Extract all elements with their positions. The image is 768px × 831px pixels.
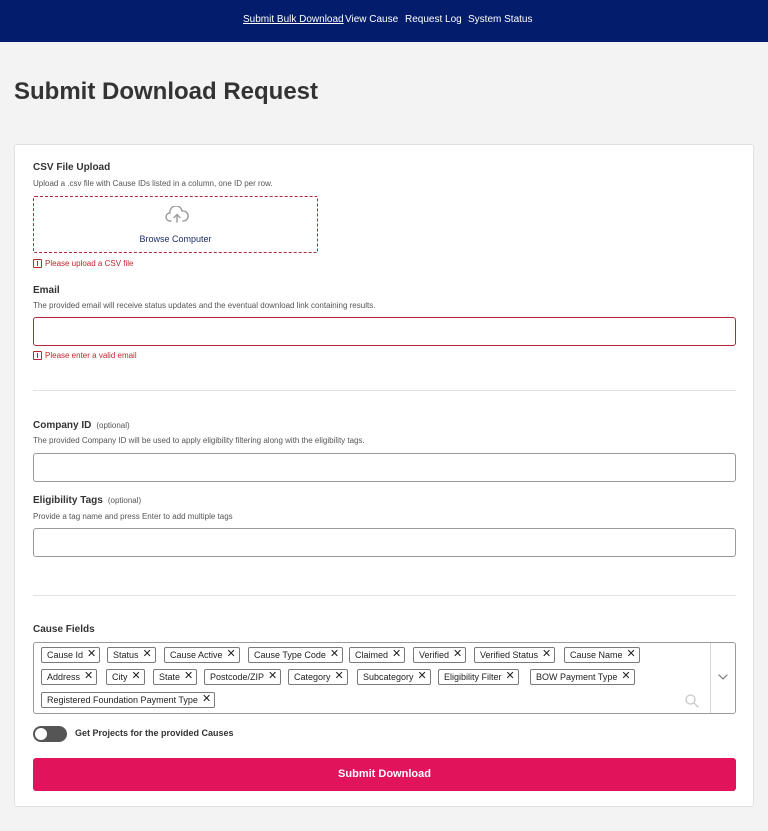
chip-label: Status [113, 650, 139, 660]
company-id-help: The provided Company ID will be used to … [33, 436, 365, 445]
error-icon [33, 259, 42, 268]
chip-cause-id: Cause Id ✕ [41, 647, 101, 663]
chip-claimed: Claimed ✕ [349, 647, 406, 663]
cause-fields-label: Cause Fields [33, 624, 95, 635]
submit-download-button[interactable]: Submit Download [33, 758, 736, 791]
eligibility-tags-label-text: Eligibility Tags [33, 495, 103, 506]
csv-upload-help: Upload a .csv file with Cause IDs listed… [33, 179, 273, 188]
eligibility-tags-input[interactable] [33, 528, 736, 557]
chip-label: Cause Id [47, 650, 84, 660]
chip-label: Category [294, 672, 331, 682]
chip-verified: Verified ✕ [413, 647, 467, 663]
chip-label: Verified [419, 650, 450, 660]
chip-remove-icon[interactable]: ✕ [84, 670, 93, 682]
browse-computer-button[interactable]: Browse Computer [34, 234, 317, 244]
csv-upload-error: Please upload a CSV file [33, 259, 134, 268]
chip-cause-type-code: Cause Type Code ✕ [248, 647, 344, 663]
chip-remove-icon[interactable]: ✕ [132, 670, 141, 682]
chip-remove-icon[interactable]: ✕ [184, 670, 193, 682]
error-icon [33, 351, 42, 360]
email-label: Email [33, 285, 60, 296]
page-title: Submit Download Request [14, 78, 319, 105]
chip-verified-status: Verified Status ✕ [474, 647, 556, 663]
email-help: The provided email will receive status u… [33, 301, 376, 310]
chip-postcode-zip: Postcode/ZIP ✕ [204, 669, 282, 685]
chip-remove-icon[interactable]: ✕ [506, 670, 515, 682]
top-nav: Submit Bulk Download View Cause Request … [0, 0, 768, 42]
company-id-label: Company ID (optional) [33, 420, 130, 431]
chip-status: Status ✕ [107, 647, 156, 663]
cloud-upload-icon [165, 206, 189, 223]
chip-remove-icon[interactable]: ✕ [202, 693, 211, 705]
chip-bow-payment-type: BOW Payment Type ✕ [530, 669, 635, 685]
chip-label: Claimed [355, 650, 389, 660]
eligibility-tags-help: Provide a tag name and press Enter to ad… [33, 512, 233, 521]
chip-label: Subcategory [363, 672, 414, 682]
chip-label: State [159, 672, 181, 682]
toggle-knob [35, 728, 47, 740]
chip-remove-icon[interactable]: ✕ [453, 648, 462, 660]
chip-label: Address [47, 672, 81, 682]
eligibility-tags-label: Eligibility Tags (optional) [33, 495, 141, 506]
chip-remove-icon[interactable]: ✕ [392, 648, 401, 660]
chip-remove-icon[interactable]: ✕ [335, 670, 344, 682]
chip-subcategory: Subcategory ✕ [357, 669, 431, 685]
chip-address: Address ✕ [41, 669, 98, 685]
cause-fields-multiselect[interactable]: Cause Id ✕ Status ✕ Cause Active ✕ Cause Ty… [33, 642, 736, 714]
get-projects-toggle-label: Get Projects for the provided Causes [75, 728, 234, 738]
chip-remove-icon[interactable]: ✕ [87, 648, 96, 660]
email-error-text: Please enter a valid email [45, 351, 137, 360]
chip-remove-icon[interactable]: ✕ [627, 648, 636, 660]
chip-remove-icon[interactable]: ✕ [330, 648, 339, 660]
chip-category: Category ✕ [288, 669, 348, 685]
chip-cause-active: Cause Active ✕ [164, 647, 240, 663]
chip-label: Verified Status [480, 650, 539, 660]
multiselect-separator [710, 643, 711, 713]
company-id-optional: (optional) [96, 421, 130, 430]
nav-submit-bulk-download[interactable]: Submit Bulk Download [243, 14, 344, 25]
nav-view-cause[interactable]: View Cause [345, 14, 398, 25]
csv-upload-dropzone[interactable]: Browse Computer [33, 196, 318, 253]
chip-label: Cause Name [570, 650, 623, 660]
chip-remove-icon[interactable]: ✕ [621, 670, 630, 682]
nav-request-log[interactable]: Request Log [405, 14, 462, 25]
chip-label: BOW Payment Type [536, 672, 618, 682]
chip-remove-icon[interactable]: ✕ [268, 670, 277, 682]
eligibility-tags-optional: (optional) [107, 496, 142, 505]
chip-remove-icon[interactable]: ✕ [542, 648, 551, 660]
search-icon [685, 694, 699, 708]
chip-city: City ✕ [106, 669, 145, 685]
nav-system-status[interactable]: System Status [468, 14, 532, 25]
section-divider [33, 595, 736, 596]
email-field[interactable] [33, 317, 736, 346]
csv-upload-label: CSV File Upload [33, 162, 111, 173]
chevron-down-icon[interactable] [717, 671, 729, 683]
email-error: Please enter a valid email [33, 351, 137, 360]
chip-label: Postcode/ZIP [210, 672, 265, 682]
chip-label: Eligibility Filter [444, 672, 502, 682]
chip-label: Cause Type Code [254, 650, 326, 660]
company-id-label-text: Company ID [33, 420, 92, 431]
chip-remove-icon[interactable]: ✕ [227, 648, 236, 660]
company-id-input[interactable] [33, 453, 736, 482]
chip-eligibility-filter: Eligibility Filter ✕ [438, 669, 519, 685]
csv-upload-error-text: Please upload a CSV file [45, 259, 134, 268]
get-projects-toggle[interactable] [33, 726, 67, 742]
chip-label: Cause Active [170, 650, 223, 660]
section-divider [33, 390, 736, 391]
chip-registered-foundation-payment-type: Registered Foundation Payment Type ✕ [41, 692, 216, 708]
chip-label: City [112, 672, 128, 682]
chip-remove-icon[interactable]: ✕ [418, 670, 427, 682]
chip-cause-name: Cause Name ✕ [564, 647, 640, 663]
chip-state: State ✕ [153, 669, 198, 685]
chip-remove-icon[interactable]: ✕ [143, 648, 152, 660]
chip-label: Registered Foundation Payment Type [47, 695, 198, 705]
